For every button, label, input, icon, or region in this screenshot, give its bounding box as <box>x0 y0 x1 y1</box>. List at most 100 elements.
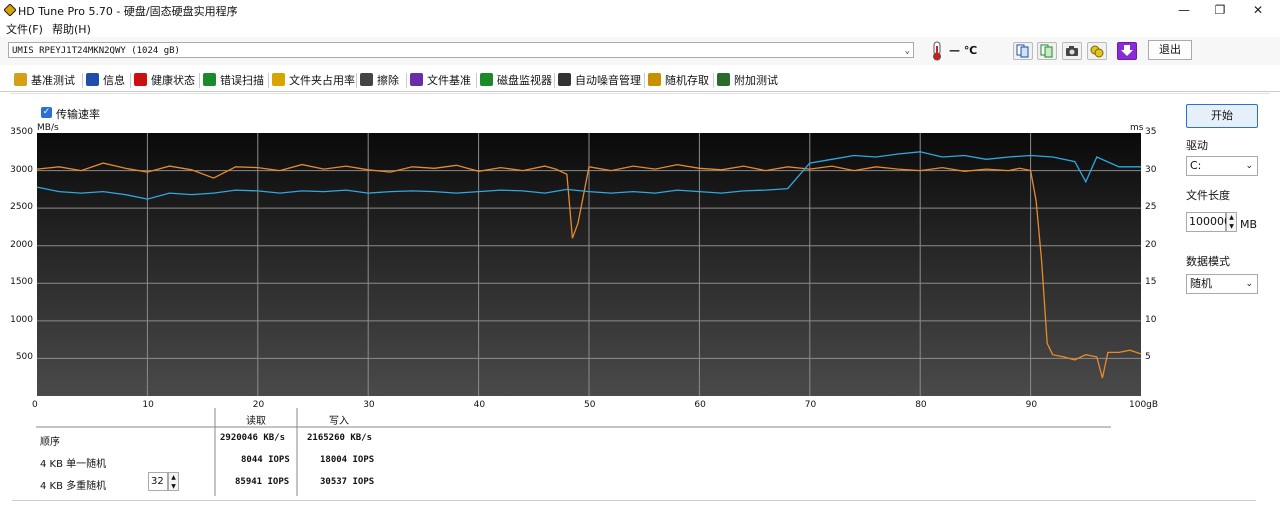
tab-5[interactable]: 文件夹占用率 <box>272 73 355 89</box>
drive-select[interactable]: UMIS RPEYJ1T24MKN2QWY (1024 gB) ⌄ <box>8 42 914 58</box>
tab-label: 错误扫描 <box>220 74 264 87</box>
window-title: HD Tune Pro 5.70 - 硬盘/固态硬盘实用程序 <box>18 5 238 18</box>
file-length-spinner[interactable]: ▲ ▼ <box>1226 212 1237 232</box>
temperature-readout: — ℃ <box>949 44 978 57</box>
tab-6[interactable]: 擦除 <box>360 73 399 89</box>
queue-depth-spinner[interactable]: ▲ ▼ <box>168 472 179 491</box>
extra-test-icon <box>717 73 730 86</box>
chevron-down-icon: ⌄ <box>1245 161 1253 171</box>
file-length-unit: MB <box>1240 218 1258 231</box>
y-left-tick: 1000 <box>10 314 33 325</box>
copy-all-icon <box>1040 44 1053 58</box>
tab-separator <box>554 73 555 88</box>
tab-8[interactable]: 磁盘监视器 <box>480 73 552 89</box>
copy-icon <box>1016 44 1029 58</box>
save-button[interactable] <box>1117 42 1137 60</box>
close-button[interactable]: ✕ <box>1240 0 1276 20</box>
tab-separator <box>82 73 83 88</box>
tab-separator <box>268 73 269 88</box>
queue-depth-input[interactable]: 32 <box>148 472 168 491</box>
maximize-button[interactable]: ❐ <box>1202 0 1238 20</box>
random-4k-single-write-value: 18004 IOPS <box>320 455 375 465</box>
y-left-tick: 3500 <box>10 127 33 137</box>
read-header: 读取 <box>246 416 266 427</box>
health-cross-icon <box>134 73 147 86</box>
tab-10[interactable]: 随机存取 <box>648 73 709 89</box>
settings-coins-icon <box>1090 45 1104 58</box>
tab-label: 文件夹占用率 <box>289 74 355 87</box>
bulb-icon <box>14 73 27 86</box>
tab-7[interactable]: 文件基准 <box>410 73 471 89</box>
download-arrow-icon <box>1121 45 1133 56</box>
random-4k-multi-read-value: 85941 IOPS <box>235 477 290 487</box>
results-table-lines <box>36 408 1111 496</box>
tab-11[interactable]: 附加测试 <box>717 73 778 89</box>
drive-label: 驱动 <box>1186 139 1208 152</box>
menu-file[interactable]: 文件(F) <box>6 21 43 37</box>
tab-separator <box>476 73 477 88</box>
chevron-down-icon: ⌄ <box>904 46 910 56</box>
random-4k-multi-write-value: 30537 IOPS <box>320 477 375 487</box>
tab-separator <box>713 73 714 88</box>
tab-3[interactable]: 健康状态 <box>134 73 195 89</box>
y-right-tick: 20 <box>1145 239 1157 250</box>
tab-separator <box>644 73 645 88</box>
menu-bar: 文件(F) 帮助(H) <box>0 20 1280 37</box>
thermometer-icon <box>933 41 941 61</box>
x-axis-end-label: 100gB <box>1129 400 1159 410</box>
y-right-tick: 25 <box>1145 202 1157 213</box>
random-4k-multi-label: 4 KB 多重随机 <box>40 481 107 492</box>
tab-separator <box>199 73 200 88</box>
copy-info-button[interactable] <box>1013 42 1033 60</box>
tab-label: 附加测试 <box>734 74 778 87</box>
drive-select-value: UMIS RPEYJ1T24MKN2QWY (1024 gB) <box>12 46 180 56</box>
write-header: 写入 <box>329 416 349 427</box>
tab-separator <box>406 73 407 88</box>
options-button[interactable] <box>1087 42 1107 60</box>
transfer-rate-label: 传输速率 <box>56 108 100 121</box>
tab-separator <box>130 73 131 88</box>
app-icon <box>4 4 16 16</box>
tab-9[interactable]: 自动噪音管理 <box>558 73 641 89</box>
data-mode-value: 随机 <box>1190 277 1212 290</box>
y-right-tick: 35 <box>1145 127 1157 137</box>
speaker-icon <box>558 73 571 86</box>
start-button[interactable]: 开始 <box>1186 104 1258 128</box>
y-left-tick: 500 <box>15 352 33 363</box>
tab-label: 磁盘监视器 <box>497 74 552 87</box>
tab-label: 随机存取 <box>665 74 709 87</box>
random-access-icon <box>648 73 661 86</box>
tab-label: 基准测试 <box>31 74 75 87</box>
title-bar: HD Tune Pro 5.70 - 硬盘/固态硬盘实用程序 <box>0 0 1280 20</box>
data-mode-select[interactable]: 随机 ⌄ <box>1186 274 1258 294</box>
camera-icon <box>1066 46 1078 56</box>
sequential-label: 顺序 <box>40 437 60 448</box>
y-left-tick: 2000 <box>10 239 33 250</box>
y-left-tick: 3000 <box>10 164 33 175</box>
monitor-chart-icon <box>480 73 493 86</box>
y-left-tick: 2500 <box>10 202 33 213</box>
copy-results-button[interactable] <box>1037 42 1057 60</box>
random-4k-single-label: 4 KB 单一随机 <box>40 459 107 470</box>
y-right-tick: 5 <box>1145 352 1151 363</box>
y-left-tick: 1500 <box>10 277 33 288</box>
tab-2[interactable]: 信息 <box>86 73 125 89</box>
drive-letter-select[interactable]: C: ⌄ <box>1186 156 1258 176</box>
menu-help[interactable]: 帮助(H) <box>52 21 91 37</box>
tab-1[interactable]: 基准测试 <box>14 73 75 89</box>
exit-button[interactable]: 退出 <box>1148 40 1192 60</box>
file-benchmark-icon <box>410 73 423 86</box>
sequential-read-value: 2920046 KB/s <box>220 433 286 443</box>
tab-4[interactable]: 错误扫描 <box>203 73 264 89</box>
tab-separator <box>356 73 357 88</box>
chevron-down-icon: ⌄ <box>1245 279 1253 289</box>
sequential-write-value: 2165260 KB/s <box>307 433 373 443</box>
tab-label: 擦除 <box>377 74 399 87</box>
transfer-rate-checkbox[interactable]: ✓ <box>41 107 52 118</box>
magnifier-icon <box>203 73 216 86</box>
file-length-label: 文件长度 <box>1186 189 1230 202</box>
minimize-button[interactable]: — <box>1166 0 1202 20</box>
tab-label: 信息 <box>103 74 125 87</box>
screenshot-button[interactable] <box>1062 42 1082 60</box>
file-length-input[interactable]: 100000 <box>1186 212 1231 232</box>
